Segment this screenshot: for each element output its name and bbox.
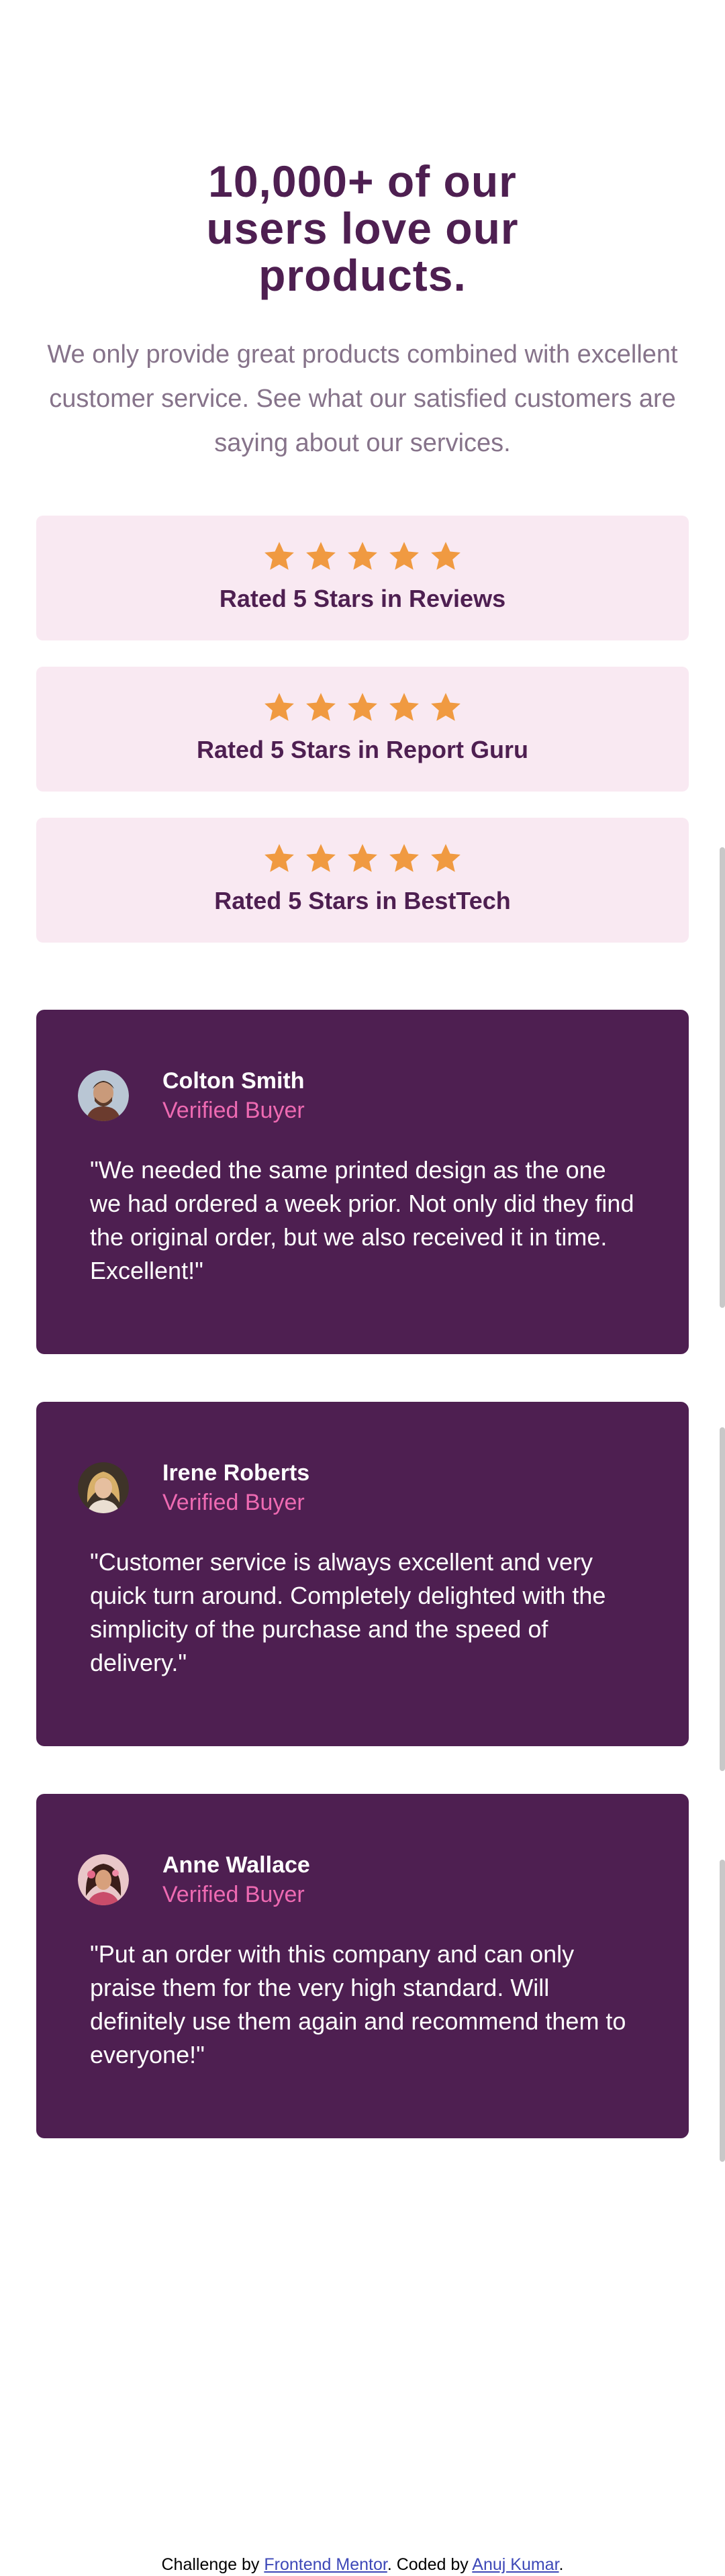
star-icon [389,693,419,721]
star-icon [389,844,419,872]
author-link[interactable]: Anuj Kumar [472,2555,559,2574]
author-role: Verified Buyer [162,1490,305,1515]
author-role: Verified Buyer [162,1098,305,1123]
testimonial-header: Colton Smith Verified Buyer [78,1066,636,1125]
frontend-mentor-link[interactable]: Frontend Mentor [264,2555,387,2574]
testimonial-card: Anne Wallace Verified Buyer "Put an orde… [36,1794,689,2138]
attribution-footer: Challenge by Frontend Mentor. Coded by A… [0,2553,725,2576]
star-icon [389,542,419,570]
star-icon [264,542,294,570]
scrollbar-thumb[interactable] [720,847,725,1308]
testimonial-author: Anne Wallace Verified Buyer [162,1850,310,1909]
testimonial-quote: "Put an order with this company and can … [90,1940,626,2068]
avatar-irene-roberts-icon [78,1462,129,1513]
testimonial-header: Irene Roberts Verified Buyer [78,1458,636,1517]
scrollbar-thumb[interactable] [720,1427,725,1771]
star-icon [348,844,377,872]
page-description: We only provide great products combined … [47,340,678,457]
rating-label: Rated 5 Stars in Reviews [219,585,506,612]
star-icon [431,542,461,570]
author-name: Anne Wallace [162,1852,310,1878]
avatar [78,1070,129,1121]
star-rating [36,842,689,875]
testimonial-quote: "Customer service is always excellent an… [90,1548,606,1676]
star-icon [348,693,377,721]
testimonial-card: Colton Smith Verified Buyer "We needed t… [36,1010,689,1354]
testimonial-header: Anne Wallace Verified Buyer [78,1850,636,1909]
rating-label: Rated 5 Stars in Report Guru [196,736,529,763]
ratings-list: Rated 5 Stars in Reviews Rated 5 Stars i… [36,516,689,969]
attribution-middle: . Coded by [387,2555,473,2574]
attribution-prefix: Challenge by [161,2555,264,2574]
star-rating [36,540,689,573]
testimonial-author: Colton Smith Verified Buyer [162,1066,305,1125]
star-icon [306,693,336,721]
page: 10,000+ of our users love our products. … [0,0,725,2576]
scrollbar-thumb[interactable] [720,1860,725,2162]
star-icon [264,844,294,872]
star-icon [348,542,377,570]
star-icon [306,542,336,570]
rating-label: Rated 5 Stars in BestTech [214,887,511,914]
author-name: Irene Roberts [162,1460,310,1486]
avatar-anne-wallace-icon [78,1854,129,1905]
rating-card: Rated 5 Stars in Report Guru [36,667,689,792]
avatar-colton-smith-icon [78,1070,129,1121]
hero-section: 10,000+ of our users love our products. … [0,158,725,465]
rating-card: Rated 5 Stars in Reviews [36,516,689,640]
author-role: Verified Buyer [162,1882,305,1907]
avatar [78,1462,129,1513]
star-icon [306,844,336,872]
testimonial-card: Irene Roberts Verified Buyer "Customer s… [36,1402,689,1746]
star-icon [264,693,294,721]
star-icon [431,844,461,872]
attribution-suffix: . [559,2555,564,2574]
testimonial-author: Irene Roberts Verified Buyer [162,1458,309,1517]
avatar [78,1854,129,1905]
testimonial-quote: "We needed the same printed design as th… [90,1156,634,1284]
star-icon [431,693,461,721]
author-name: Colton Smith [162,1068,305,1094]
rating-card: Rated 5 Stars in BestTech [36,818,689,943]
page-title: 10,000+ of our users love our products. [206,156,519,300]
star-rating [36,691,689,724]
testimonials-list: Colton Smith Verified Buyer "We needed t… [36,1010,689,2186]
